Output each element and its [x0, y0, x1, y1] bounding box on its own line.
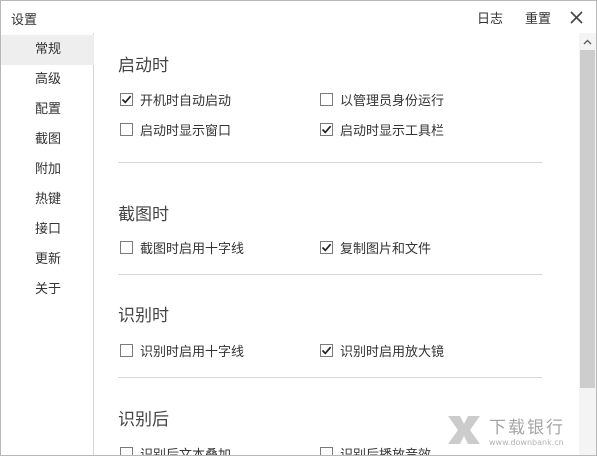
sidebar-item-advanced[interactable]: 高级	[1, 65, 94, 95]
option-play-sound[interactable]: 识别后播放音效	[320, 444, 431, 455]
section-title-startup: 启动时	[118, 56, 169, 76]
sidebar-item-hotkeys[interactable]: 热键	[1, 185, 94, 215]
option-label: 启动时显示工具栏	[340, 123, 445, 139]
checkbox[interactable]	[320, 92, 333, 106]
option-label: 识别后文本叠加	[140, 447, 232, 456]
option-recognize-magnifier[interactable]: 识别时启用放大镜	[320, 341, 445, 360]
scroll-up-button[interactable]	[579, 33, 596, 50]
section-title-screenshot: 截图时	[118, 205, 169, 225]
sidebar-item-update[interactable]: 更新	[1, 245, 94, 275]
sidebar-item-config[interactable]: 配置	[1, 95, 94, 125]
sidebar-item-about[interactable]: 关于	[1, 275, 94, 305]
checkbox[interactable]	[120, 446, 133, 455]
watermark-name: 下载银行	[489, 418, 565, 438]
close-icon	[569, 10, 583, 24]
checkbox[interactable]	[120, 343, 133, 357]
option-label: 复制图片和文件	[340, 241, 432, 257]
close-button[interactable]	[564, 5, 588, 29]
option-label: 以管理员身份运行	[340, 93, 445, 109]
option-label: 识别时启用十字线	[140, 344, 245, 360]
watermark-url: www.downbank.cn	[489, 438, 564, 447]
log-button[interactable]: 日志	[466, 8, 514, 27]
checkbox[interactable]	[120, 92, 133, 106]
checkbox[interactable]	[120, 240, 133, 254]
option-label: 启动时显示窗口	[140, 123, 232, 139]
option-run-as-admin[interactable]: 以管理员身份运行	[320, 90, 445, 109]
vertical-scrollbar[interactable]	[579, 33, 596, 455]
chevron-up-icon	[583, 39, 592, 44]
option-label: 开机时自动启动	[140, 93, 232, 109]
sidebar-item-general[interactable]: 常规	[1, 35, 94, 65]
section-title-recognizing: 识别时	[118, 306, 169, 326]
option-show-window[interactable]: 启动时显示窗口	[120, 120, 232, 139]
title-actions: 日志 重置	[466, 5, 588, 29]
sidebar-item-screenshot[interactable]: 截图	[1, 125, 94, 155]
option-screenshot-crosshair[interactable]: 截图时启用十字线	[120, 238, 245, 257]
sidebar-nav: 常规 高级 配置 截图 附加 热键 接口 更新 关于	[1, 33, 94, 455]
checkbox[interactable]	[320, 343, 333, 357]
section-title-after: 识别后	[118, 410, 169, 430]
option-label: 识别后播放音效	[340, 447, 432, 456]
sidebar-item-api[interactable]: 接口	[1, 215, 94, 245]
watermark: 下载银行 www.downbank.cn	[445, 407, 585, 453]
checkbox[interactable]	[120, 122, 133, 136]
sidebar-item-addons[interactable]: 附加	[1, 155, 94, 185]
settings-content: 启动时 开机时自动启动 以管理员身份运行 启动时显示窗口 启动时显示工具栏 截图…	[95, 33, 579, 455]
option-label: 识别时启用放大镜	[340, 344, 445, 360]
option-text-overlay[interactable]: 识别后文本叠加	[120, 444, 231, 455]
checkbox[interactable]	[320, 446, 333, 455]
option-label: 截图时启用十字线	[140, 241, 245, 257]
scroll-thumb[interactable]	[580, 50, 595, 388]
settings-window: 设置 日志 重置 常规 高级 配置 截图 附加 热键 接口 更新 关于 启动时 …	[0, 0, 597, 456]
option-recognize-crosshair[interactable]: 识别时启用十字线	[120, 341, 245, 360]
watermark-text: 下载银行 www.downbank.cn	[489, 413, 565, 447]
section-divider	[118, 162, 542, 163]
option-auto-start[interactable]: 开机时自动启动	[120, 90, 232, 109]
title-bar: 设置 日志 重置	[1, 1, 596, 33]
option-show-toolbar[interactable]: 启动时显示工具栏	[320, 120, 445, 139]
checkbox[interactable]	[320, 240, 333, 254]
window-title: 设置	[11, 13, 38, 28]
section-divider	[118, 274, 542, 275]
section-divider	[118, 377, 542, 378]
checkbox[interactable]	[320, 122, 333, 136]
watermark-logo-icon	[448, 416, 480, 444]
reset-button[interactable]: 重置	[514, 8, 562, 27]
option-copy-image-file[interactable]: 复制图片和文件	[320, 238, 432, 257]
